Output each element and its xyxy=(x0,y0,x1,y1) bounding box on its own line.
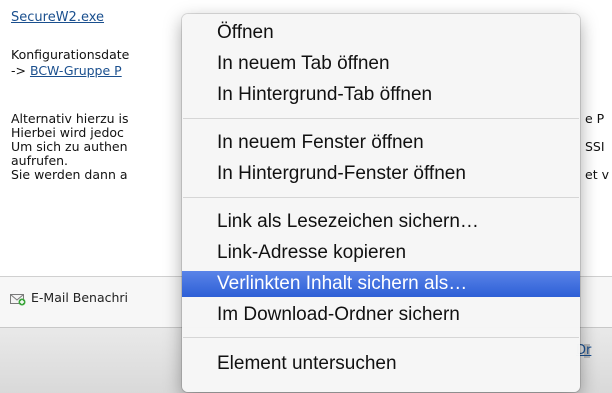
paragraph-line: aufrufen. xyxy=(11,153,69,168)
config-link-line: -> BCW-Gruppe P xyxy=(11,64,122,78)
menu-separator xyxy=(183,118,579,119)
menu-item-open-new-window[interactable]: In neuem Fenster öffnen xyxy=(182,130,580,156)
menu-item-open-background-window[interactable]: In Hintergrund-Fenster öffnen xyxy=(182,161,580,187)
menu-item-copy-link-address[interactable]: Link-Adresse kopieren xyxy=(182,240,580,266)
paragraph-line: Sie werden dann a xyxy=(11,167,128,182)
menu-separator xyxy=(183,337,579,338)
paragraph-line: Hierbei wird jedoc xyxy=(11,125,124,140)
paragraph-fragment: et v xyxy=(585,167,609,182)
menu-separator xyxy=(183,197,579,198)
context-menu: Öffnen In neuem Tab öffnen In Hintergrun… xyxy=(182,14,580,392)
menu-item-save-linked-content-as[interactable]: Verlinkten Inhalt sichern als… xyxy=(182,271,580,297)
menu-item-open-background-tab[interactable]: In Hintergrund-Tab öffnen xyxy=(182,82,580,108)
file-download-link[interactable]: SecureW2.exe xyxy=(11,10,104,25)
email-notification-label: E-Mail Benachri xyxy=(31,290,129,305)
paragraph-line: Um sich zu authen xyxy=(11,139,128,154)
paragraph-fragment: e P xyxy=(585,111,605,126)
menu-item-open-new-tab[interactable]: In neuem Tab öffnen xyxy=(182,51,580,77)
menu-item-save-to-downloads[interactable]: Im Download-Ordner sichern xyxy=(182,302,580,328)
paragraph-line: Alternativ hierzu is xyxy=(11,111,129,126)
email-notification-row[interactable]: E-Mail Benachri xyxy=(10,290,128,305)
menu-item-open[interactable]: Öffnen xyxy=(182,20,580,46)
mail-add-icon xyxy=(10,291,26,305)
paragraph-fragment: SSI xyxy=(585,139,605,154)
menu-item-inspect-element[interactable]: Element untersuchen xyxy=(182,351,580,377)
config-text: Konfigurationsdate xyxy=(11,47,130,62)
menu-item-bookmark-link[interactable]: Link als Lesezeichen sichern… xyxy=(182,209,580,235)
bcw-group-link[interactable]: BCW-Gruppe P xyxy=(30,63,122,78)
arrow-text: -> xyxy=(11,63,26,78)
